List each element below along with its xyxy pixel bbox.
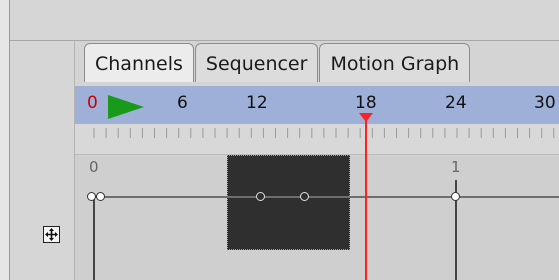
keyframe-knot[interactable] [451,192,460,201]
keyframe-knot[interactable] [256,192,265,201]
tick-label: 12 [246,93,268,113]
tick-label: 6 [177,93,188,113]
keyframe-stem [93,198,95,280]
keyframe-knot[interactable] [96,192,105,201]
selected-key-range[interactable] [227,155,350,250]
keyframe-knot[interactable] [300,192,309,201]
playhead-line[interactable] [365,113,367,280]
frame-tick-strip[interactable] [75,124,559,155]
tick-label: 24 [445,93,467,113]
editor-tabs: Channels Sequencer Motion Graph [84,43,471,85]
channel-curve-line [92,196,559,198]
timeline-ruler[interactable]: 0 6 12 18 24 30 [75,86,559,155]
move-icon[interactable] [43,226,60,243]
tab-sequencer[interactable]: Sequencer [194,43,319,82]
top-toolbar [0,0,559,41]
start-frame-label: 0 [87,93,98,113]
keyframe-label: 1 [451,158,461,176]
tab-channels[interactable]: Channels [84,43,194,82]
keyframe-label: 0 [89,158,99,176]
tick-label: 18 [355,93,377,113]
frame-ticks [93,128,555,138]
tab-motion-graph[interactable]: Motion Graph [319,43,471,82]
tick-label: 30 [534,93,556,113]
channel-list-panel [10,41,75,280]
keyframe-knot[interactable] [87,192,96,201]
window-edge [0,0,9,280]
playhead-marker[interactable] [359,113,373,122]
ruler-bar[interactable]: 0 6 12 18 24 30 [75,86,559,124]
play-icon[interactable] [108,95,144,119]
